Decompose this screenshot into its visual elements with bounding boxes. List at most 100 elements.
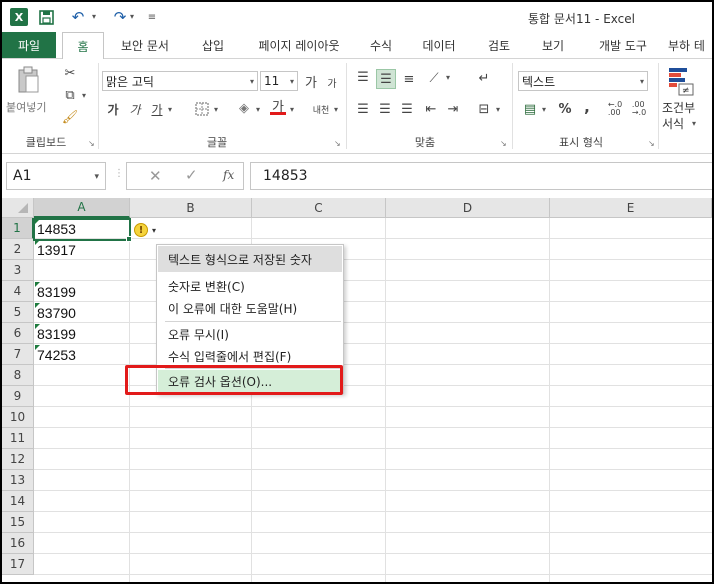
formula-input[interactable]: 14853 <box>250 162 712 190</box>
align-middle-icon[interactable]: ☰ <box>376 69 396 89</box>
spreadsheet-grid[interactable]: A B C D E 1 2 3 4 5 6 7 8 9 10 11 12 13 14 15 16 17 1485… <box>2 198 712 582</box>
tab-review[interactable]: 검토 <box>474 32 524 58</box>
conditional-formatting-label-1[interactable]: 조건부 <box>662 99 695 116</box>
tab-formulas[interactable]: 수식 <box>358 32 404 58</box>
row-header[interactable]: 9 <box>2 386 34 407</box>
phonetic-icon[interactable]: 내천 <box>310 101 332 117</box>
select-all-corner[interactable] <box>2 198 34 218</box>
tab-home[interactable]: 홈 <box>62 32 104 59</box>
row-header[interactable]: 5 <box>2 302 34 323</box>
redo-icon[interactable]: ↷ <box>110 8 130 26</box>
accounting-format-icon[interactable]: ▤ <box>520 101 540 117</box>
font-color-icon[interactable]: 가 <box>270 99 286 115</box>
underline-button[interactable]: 가 <box>150 101 164 117</box>
splitter-handle[interactable]: ⋮ <box>114 168 124 179</box>
tab-view[interactable]: 보기 <box>528 32 578 58</box>
row-header[interactable]: 8 <box>2 365 34 386</box>
borders-dropdown-icon[interactable]: ▾ <box>214 105 218 114</box>
cancel-icon[interactable]: ✕ <box>149 167 162 185</box>
conditional-formatting-icon[interactable]: ≠ <box>666 65 696 97</box>
align-top-icon[interactable]: ☰ <box>354 69 372 85</box>
column-header-b[interactable]: B <box>130 198 252 218</box>
redo-dropdown-icon[interactable]: ▾ <box>130 12 134 21</box>
fill-handle[interactable] <box>126 236 132 242</box>
fill-color-icon[interactable]: ◈ <box>236 99 252 117</box>
orientation-dropdown-icon[interactable]: ▾ <box>446 73 450 82</box>
font-size-combo[interactable]: 11 ▾ <box>260 71 298 91</box>
align-left-icon[interactable]: ☰ <box>354 101 372 117</box>
cell-a5[interactable]: 83790 <box>37 302 76 323</box>
percent-style-button[interactable]: % <box>558 101 572 117</box>
wrap-text-icon[interactable]: ↵ <box>474 69 494 87</box>
increase-decimal-icon[interactable]: ←.0.00 <box>606 101 624 117</box>
fill-color-dropdown-icon[interactable]: ▾ <box>256 105 260 114</box>
row-header[interactable]: 7 <box>2 344 34 365</box>
orientation-icon[interactable]: ⟋ <box>424 69 444 87</box>
enter-icon[interactable]: ✓ <box>185 166 198 184</box>
name-box[interactable]: A1 ▾ <box>6 162 106 190</box>
merge-dropdown-icon[interactable]: ▾ <box>496 105 500 114</box>
cell-a6[interactable]: 83199 <box>37 323 76 344</box>
insert-function-icon[interactable]: fx <box>223 168 234 182</box>
bold-button[interactable]: 가 <box>106 101 120 117</box>
decrease-indent-icon[interactable]: ⇤ <box>422 101 440 117</box>
increase-indent-icon[interactable]: ⇥ <box>444 101 462 117</box>
font-color-dropdown-icon[interactable]: ▾ <box>290 105 294 114</box>
paste-icon[interactable] <box>14 65 42 95</box>
shrink-font-icon[interactable]: 가 <box>326 75 338 90</box>
save-icon[interactable] <box>38 8 54 26</box>
column-header-d[interactable]: D <box>386 198 550 218</box>
row-header[interactable]: 1 <box>2 218 34 239</box>
decrease-decimal-icon[interactable]: .00 →.0 <box>630 101 648 117</box>
italic-button[interactable]: 가 <box>128 101 142 117</box>
cell-a7[interactable]: 74253 <box>37 344 76 365</box>
font-name-combo[interactable]: 맑은 고딕 ▾ <box>102 71 258 91</box>
borders-icon[interactable] <box>194 101 210 117</box>
conditional-dropdown-icon[interactable]: ▾ <box>692 119 696 128</box>
tab-data[interactable]: 데이터 <box>408 32 470 58</box>
menu-item-ignore-error[interactable]: 오류 무시(I) <box>158 323 342 345</box>
tab-file[interactable]: 파일 <box>2 32 56 58</box>
number-launcher-icon[interactable]: ↘ <box>648 139 655 148</box>
row-header[interactable]: 6 <box>2 323 34 344</box>
column-header-a[interactable]: A <box>34 198 130 218</box>
copy-icon[interactable]: ⧉ <box>62 87 78 103</box>
row-header[interactable]: 12 <box>2 449 34 470</box>
row-header[interactable]: 13 <box>2 470 34 491</box>
tab-load-test[interactable]: 부하 테 <box>668 32 712 58</box>
copy-dropdown-icon[interactable]: ▾ <box>82 91 86 100</box>
customize-qat-icon[interactable]: ≡ <box>146 8 158 26</box>
menu-item-convert-to-number[interactable]: 숫자로 변환(C) <box>158 275 342 297</box>
conditional-formatting-label-2[interactable]: 서식 <box>662 115 684 132</box>
number-format-combo[interactable]: 텍스트 ▾ <box>518 71 648 91</box>
format-painter-icon[interactable]: 🖌 <box>62 109 79 125</box>
alignment-launcher-icon[interactable]: ↘ <box>500 139 507 148</box>
row-header[interactable]: 2 <box>2 239 34 260</box>
tab-page-layout[interactable]: 페이지 레이아웃 <box>244 32 354 58</box>
clipboard-launcher-icon[interactable]: ↘ <box>88 139 95 148</box>
tab-insert[interactable]: 삽입 <box>186 32 240 58</box>
column-header-c[interactable]: C <box>252 198 386 218</box>
cut-icon[interactable]: ✂ <box>62 65 78 81</box>
underline-dropdown-icon[interactable]: ▾ <box>168 105 172 114</box>
grow-font-icon[interactable]: 가 <box>304 73 318 91</box>
row-header[interactable]: 3 <box>2 260 34 281</box>
menu-item-help-on-error[interactable]: 이 오류에 대한 도움말(H) <box>158 297 342 319</box>
align-bottom-icon[interactable]: ≡ <box>400 71 418 87</box>
accounting-dropdown-icon[interactable]: ▾ <box>542 105 546 114</box>
tab-developer[interactable]: 개발 도구 <box>582 32 664 58</box>
tab-protect[interactable]: 보안 문서 <box>108 32 182 58</box>
cell-a2[interactable]: 13917 <box>37 239 76 260</box>
row-header[interactable]: 4 <box>2 281 34 302</box>
align-center-icon[interactable]: ☰ <box>376 101 394 117</box>
row-header[interactable]: 15 <box>2 512 34 533</box>
undo-dropdown-icon[interactable]: ▾ <box>92 12 96 21</box>
comma-style-button[interactable]: , <box>582 98 592 116</box>
row-header[interactable]: 10 <box>2 407 34 428</box>
merge-center-icon[interactable]: ⊟ <box>474 101 494 117</box>
column-header-e[interactable]: E <box>550 198 712 218</box>
error-check-button[interactable]: ! ▾ <box>134 222 162 238</box>
row-header[interactable]: 11 <box>2 428 34 449</box>
paste-label[interactable]: 붙여넣기 <box>6 99 46 115</box>
row-header[interactable]: 14 <box>2 491 34 512</box>
